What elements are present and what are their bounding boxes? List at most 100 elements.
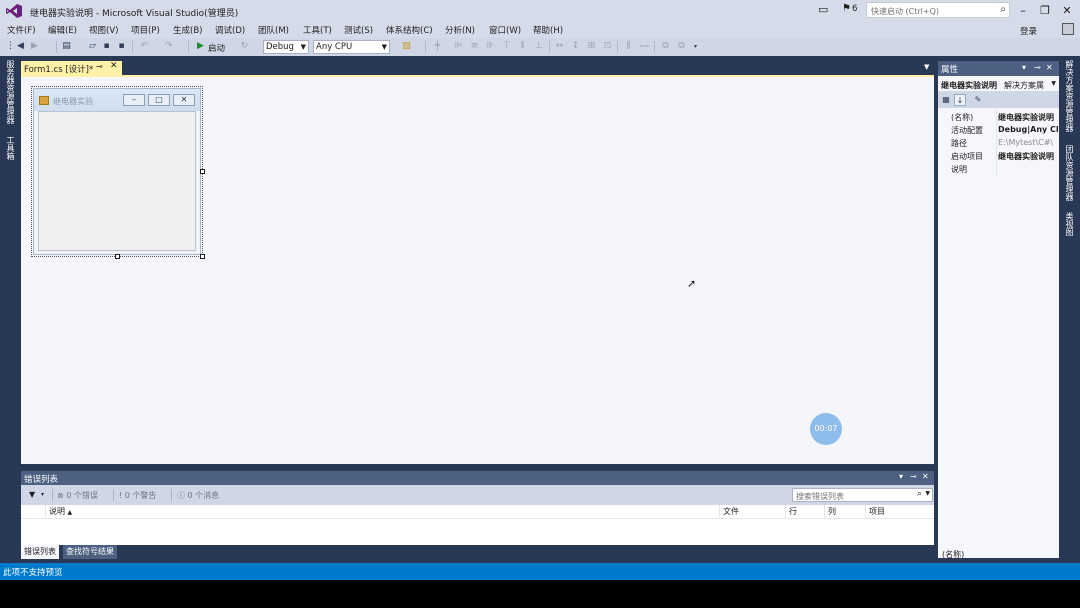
close-button[interactable]: ✕: [1056, 2, 1078, 20]
redo-icon[interactable]: ↷: [162, 40, 175, 53]
find-in-files-icon[interactable]: ▨: [400, 40, 413, 53]
make-same-width-icon[interactable]: ↔: [553, 40, 566, 53]
restore-button[interactable]: ❐: [1034, 2, 1056, 20]
save-icon[interactable]: ▪: [100, 40, 113, 53]
close-panel-icon[interactable]: ✕: [922, 472, 929, 481]
align-lefts-icon[interactable]: ⊫: [452, 40, 465, 53]
property-value[interactable]: 继电器实验说明: [998, 151, 1058, 162]
class-view-tab[interactable]: 类视图: [1064, 212, 1075, 236]
categorized-view-icon[interactable]: ▦: [940, 94, 952, 106]
vertical-spacing-icon[interactable]: ⩵: [638, 40, 651, 53]
menu-edit[interactable]: 编辑(E): [48, 24, 77, 36]
column-header-project[interactable]: 项目: [865, 505, 934, 519]
align-rights-icon[interactable]: ⊪: [484, 40, 497, 53]
minimize-button[interactable]: –: [1012, 2, 1034, 20]
navigate-back-icon[interactable]: ◀: [14, 40, 27, 53]
filter-icon[interactable]: ▼: [29, 490, 35, 499]
form-client-area[interactable]: [38, 111, 196, 251]
error-list-search-input[interactable]: 搜索错误列表 ⌕ ▼: [792, 488, 933, 502]
profile-icon[interactable]: [1062, 23, 1074, 35]
make-same-height-icon[interactable]: ↕: [569, 40, 582, 53]
notifications-flag-icon[interactable]: ⚑: [842, 3, 851, 14]
tab-error-list[interactable]: 错误列表: [21, 545, 59, 559]
horizontal-spacing-icon[interactable]: ⫼: [622, 40, 635, 53]
property-value[interactable]: Debug|Any CPU: [998, 125, 1058, 134]
chevron-down-icon[interactable]: ▾: [899, 472, 903, 481]
pin-icon[interactable]: ⊸: [96, 62, 103, 71]
warnings-filter-toggle[interactable]: ! 0 个警告: [119, 490, 156, 501]
toolbox-tab[interactable]: 工具箱: [5, 136, 16, 160]
start-debugging-icon[interactable]: ▶: [194, 40, 207, 53]
server-explorer-tab[interactable]: 服务器资源管理器: [5, 60, 16, 124]
property-value[interactable]: E:\Mytest\C#\: [998, 138, 1058, 147]
property-row[interactable]: 说明: [938, 162, 1059, 175]
feedback-icon[interactable]: ▭: [818, 3, 828, 16]
column-header-column[interactable]: 列: [824, 505, 865, 519]
undo-icon[interactable]: ↶: [138, 40, 151, 53]
close-panel-icon[interactable]: ✕: [1046, 63, 1053, 72]
property-row[interactable]: 活动配置 Debug|Any CPU: [938, 123, 1059, 136]
property-row[interactable]: 路径 E:\Mytest\C#\: [938, 136, 1059, 149]
bring-to-front-icon[interactable]: ⧉: [659, 40, 672, 53]
align-to-grid-icon[interactable]: ╪: [431, 40, 444, 53]
menu-build[interactable]: 生成(B): [173, 24, 202, 36]
resize-handle-bottom[interactable]: [115, 254, 120, 259]
column-header-icon[interactable]: [21, 505, 45, 519]
chevron-down-icon[interactable]: ▾: [41, 491, 44, 498]
menu-project[interactable]: 项目(P): [131, 24, 160, 36]
property-row[interactable]: 启动项目 继电器实验说明: [938, 149, 1059, 162]
navigate-forward-icon[interactable]: ▶: [28, 40, 41, 53]
resize-handle-bottom-right[interactable]: [200, 254, 205, 259]
menu-debug[interactable]: 调试(D): [215, 24, 245, 36]
save-all-icon[interactable]: ▪: [115, 40, 128, 53]
team-explorer-tab[interactable]: 团队资源管理器: [1064, 145, 1075, 201]
property-value[interactable]: 继电器实验说明: [998, 112, 1058, 123]
align-middles-icon[interactable]: ⫴: [516, 40, 529, 53]
menu-help[interactable]: 帮助(H): [533, 24, 563, 36]
solution-platform-select[interactable]: Any CPU ▼: [313, 40, 390, 54]
menu-team[interactable]: 团队(M): [258, 24, 289, 36]
send-to-back-icon[interactable]: ⧉: [675, 40, 688, 53]
size-to-grid-icon[interactable]: ⊞: [585, 40, 598, 53]
pin-icon[interactable]: ⊸: [1034, 63, 1041, 72]
document-tab-form1-design[interactable]: Form1.cs [设计]* ⊸ ✕: [21, 61, 122, 75]
quick-launch-input[interactable]: 快速启动 (Ctrl+Q) ⌕: [866, 2, 1010, 18]
property-pages-wrench-icon[interactable]: ✎: [972, 94, 984, 106]
make-same-size-icon[interactable]: ⊡: [601, 40, 614, 53]
align-bottoms-icon[interactable]: ⊥: [532, 40, 545, 53]
tab-find-symbol-results[interactable]: 查找符号结果: [63, 545, 117, 559]
refresh-icon[interactable]: ↻: [238, 40, 251, 53]
column-header-description[interactable]: 说明 ▲: [45, 505, 719, 519]
close-tab-icon[interactable]: ✕: [110, 61, 118, 71]
open-file-icon[interactable]: ▱: [86, 40, 99, 53]
align-tops-icon[interactable]: ⊤: [500, 40, 513, 53]
menu-file[interactable]: 文件(F): [7, 24, 36, 36]
chevron-down-icon[interactable]: ▾: [1022, 63, 1026, 72]
menu-architecture[interactable]: 体系结构(C): [386, 24, 433, 36]
toolbar-options-icon[interactable]: ▾: [689, 40, 702, 53]
toolbar-separator: [188, 41, 189, 53]
errors-filter-toggle[interactable]: ⊗ 0 个错误: [57, 490, 98, 501]
solution-explorer-tab[interactable]: 解决方案资源管理器: [1064, 60, 1075, 132]
menu-view[interactable]: 视图(V): [89, 24, 118, 36]
menu-test[interactable]: 测试(S): [344, 24, 373, 36]
properties-object-selector[interactable]: 继电器实验说明 解决方案属 ▼: [938, 76, 1059, 92]
login-link[interactable]: 登录: [1020, 25, 1037, 37]
start-button-label[interactable]: 启动: [208, 42, 225, 54]
pin-icon[interactable]: ⊸: [910, 472, 917, 481]
menu-analyze[interactable]: 分析(N): [445, 24, 475, 36]
notification-count[interactable]: 6: [852, 4, 857, 14]
column-header-file[interactable]: 文件: [719, 505, 785, 519]
document-list-dropdown-icon[interactable]: ▼: [924, 63, 929, 71]
design-form-window[interactable]: 继电器实验 – □ ✕: [33, 88, 201, 255]
menu-tools[interactable]: 工具(T): [303, 24, 332, 36]
align-centers-icon[interactable]: ≡: [468, 40, 481, 53]
solution-configuration-select[interactable]: Debug ▼: [263, 40, 309, 54]
menu-window[interactable]: 窗口(W): [489, 24, 521, 36]
alphabetical-view-icon[interactable]: ↓: [954, 94, 966, 106]
messages-filter-toggle[interactable]: ⓘ 0 个消息: [177, 490, 219, 501]
resize-handle-right[interactable]: [200, 169, 205, 174]
new-project-icon[interactable]: ▤: [60, 40, 73, 53]
property-row[interactable]: (名称) 继电器实验说明: [938, 110, 1059, 123]
column-header-line[interactable]: 行: [785, 505, 824, 519]
